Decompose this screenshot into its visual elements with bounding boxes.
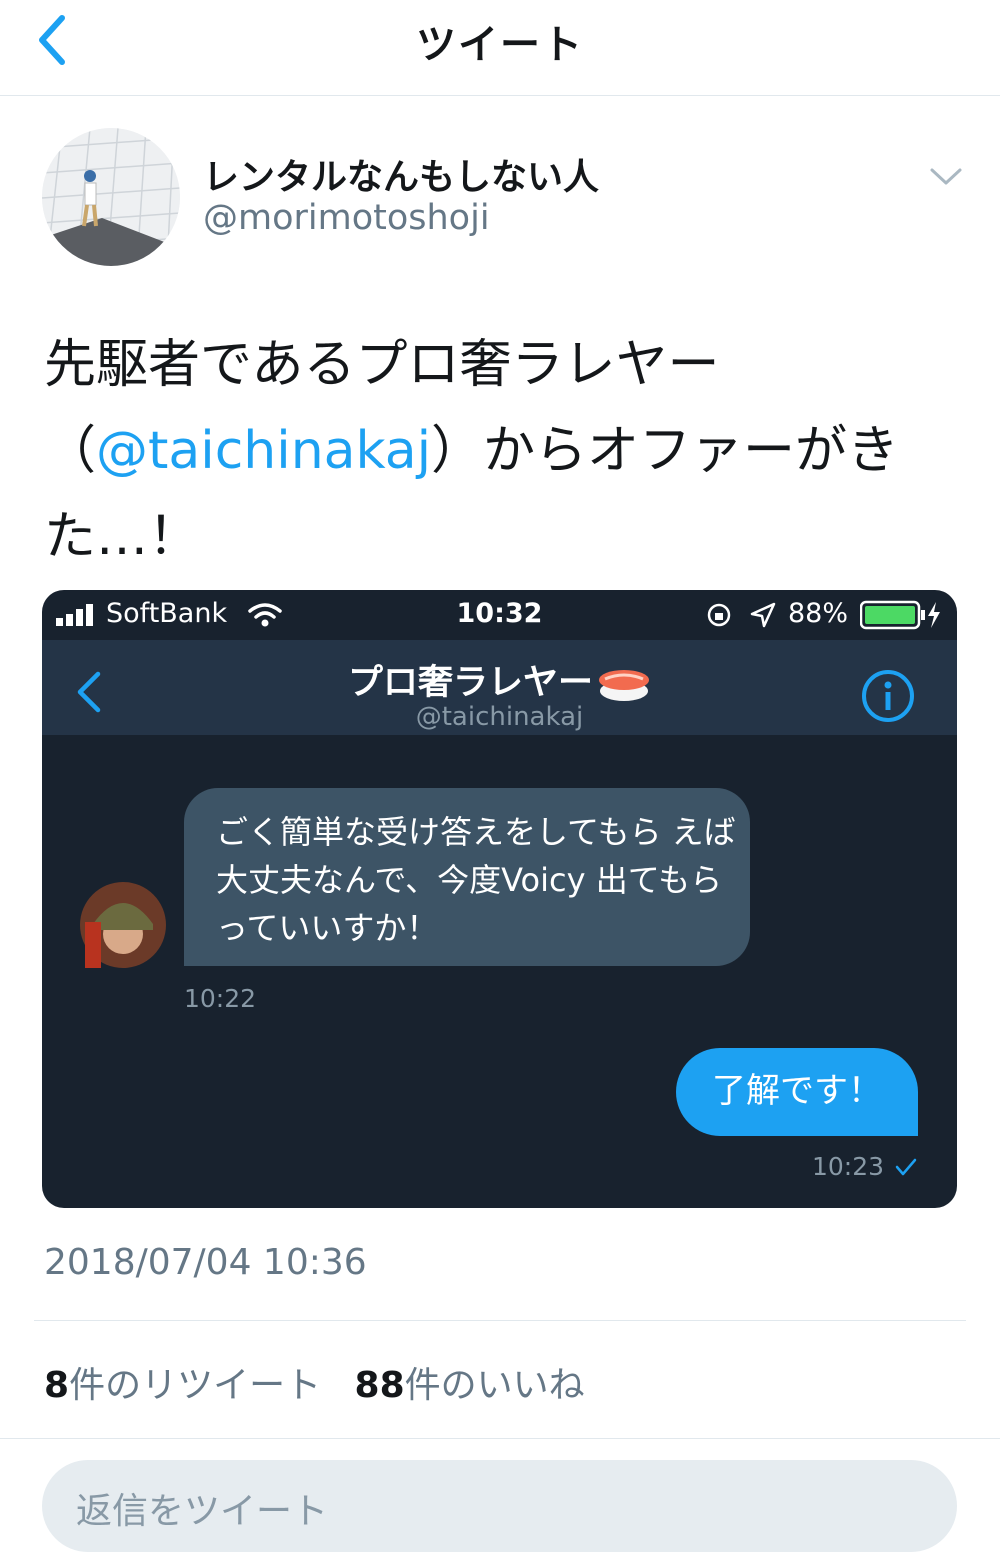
author-handle[interactable]: @morimotoshoji — [203, 198, 490, 238]
read-check-icon — [895, 1158, 917, 1176]
tweet-text-fragment: （ — [44, 421, 97, 481]
reply-input[interactable]: 返信をツイート — [42, 1460, 957, 1552]
retweets-link[interactable]: 8件のリツイート — [44, 1365, 321, 1406]
author-name[interactable]: レンタルなんもしない人 — [203, 148, 599, 200]
dm-title: プロ奢ラレヤー — [42, 654, 957, 705]
message-time: 10:22 — [184, 984, 257, 1013]
likes-count: 88 — [354, 1365, 405, 1406]
tweet-text-line: た…！ — [44, 507, 201, 567]
location-icon — [750, 602, 776, 628]
dm-handle: @taichinakaj — [415, 702, 584, 732]
engagement-stats: 8件のリツイート 88件のいいね — [44, 1356, 585, 1408]
tweet-text-line: 先駆者であるプロ奢ラレヤー — [44, 335, 720, 395]
message-time: 10:23 — [812, 1152, 885, 1181]
avatar-photo-icon — [42, 128, 180, 266]
attached-image[interactable]: SoftBank 10:32 88% プロ奢ラレヤー @taichinakaj — [42, 590, 957, 1208]
phone-status-bar: SoftBank 10:32 88% — [42, 590, 957, 640]
dm-title-text: プロ奢ラレヤー — [347, 663, 593, 703]
top-bar: ツイート — [0, 0, 1000, 96]
page-title: ツイート — [416, 22, 584, 68]
retweets-label: 件のリツイート — [69, 1365, 322, 1406]
divider — [34, 1320, 966, 1321]
mention-link[interactable]: @taichinakaj — [96, 421, 431, 481]
sender-avatar-icon — [80, 882, 166, 968]
avatar[interactable] — [42, 128, 180, 266]
likes-link[interactable]: 88件のいいね — [355, 1365, 585, 1406]
retweets-count: 8 — [44, 1365, 70, 1406]
message-bubble-outgoing: 了解です！ — [676, 1048, 918, 1136]
tweet-menu-button[interactable] — [926, 160, 966, 192]
divider — [0, 1438, 1000, 1439]
reply-placeholder: 返信をツイート — [76, 1491, 329, 1532]
sushi-emoji-icon — [599, 670, 649, 701]
likes-label: 件のいいね — [404, 1365, 585, 1406]
battery-percent: 88% — [788, 598, 849, 629]
battery-icon — [860, 600, 940, 630]
tweet-text-fragment: ）からオファーがき — [431, 421, 900, 481]
info-icon — [862, 670, 914, 722]
chevron-down-icon — [930, 168, 962, 185]
message-bubble-incoming: ごく簡単な受け答えをしてもら えば大丈夫なんで、今度Voicy 出てもらっていい… — [184, 788, 750, 966]
tweet-timestamp: 2018/07/04 10:36 — [44, 1242, 367, 1283]
tweet-text-line: （@taichinakaj）からオファーがき — [44, 408, 964, 494]
tweet-text: 先駆者であるプロ奢ラレヤー （@taichinakaj）からオファーがき た…！ — [44, 322, 964, 580]
rotation-lock-icon — [707, 603, 731, 627]
